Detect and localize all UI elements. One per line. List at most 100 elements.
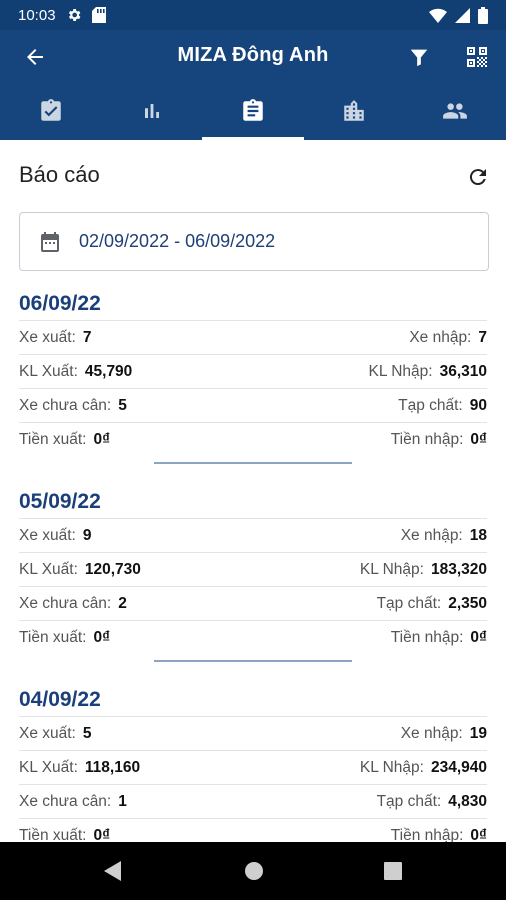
xe-xuat-label: Xe xuất:	[19, 724, 76, 742]
report-row: KL Xuất: 118,160 KL Nhập: 234,940	[19, 750, 487, 784]
nav-recents-button[interactable]	[381, 859, 405, 883]
xe-nhap-cell: Xe nhập: 19	[401, 725, 487, 743]
calendar-icon	[37, 229, 63, 255]
kl-nhap-value: 234,940	[430, 758, 487, 776]
tap-chat-label: Tạp chất:	[376, 594, 442, 612]
tab-company[interactable]	[304, 82, 405, 140]
xe-chua-can-value: 5	[118, 396, 127, 414]
tien-nhap-cell: Tiền nhập: 0₫	[391, 629, 487, 647]
tien-xuat-value: 0₫	[93, 628, 111, 646]
tien-xuat-label: Tiền xuất:	[19, 826, 87, 843]
tien-xuat-cell: Tiền xuất: 0₫	[19, 827, 110, 843]
day-report: 05/09/22 Xe xuất: 9 Xe nhập: 18 KL Xuất: 120,7…	[0, 486, 506, 662]
tab-statistics[interactable]	[101, 82, 202, 140]
assignment-check-icon	[40, 99, 61, 121]
nav-home-button[interactable]	[242, 859, 266, 883]
people-icon	[443, 103, 468, 119]
filter-button[interactable]	[404, 42, 434, 72]
report-row: Tiền xuất: 0₫ Tiền nhập: 0₫	[19, 422, 487, 456]
navigation-bar	[0, 842, 506, 900]
xe-chua-can-value: 1	[118, 792, 127, 810]
tap-chat-cell: Tạp chất: 90	[398, 397, 487, 415]
kl-xuat-value: 120,730	[84, 560, 141, 578]
report-content[interactable]: Báo cáo 02/09/2022 - 06/09/2022 06/09/22…	[0, 140, 506, 842]
xe-xuat-value: 7	[82, 328, 92, 346]
report-row: Tiền xuất: 0₫ Tiền nhập: 0₫	[19, 620, 487, 654]
battery-icon	[478, 6, 488, 24]
tab-checklist[interactable]	[0, 82, 101, 140]
day-report: 04/09/22 Xe xuất: 5 Xe nhập: 19 KL Xuất: 118,1…	[0, 684, 506, 842]
tien-nhap-label: Tiền nhập:	[390, 826, 464, 843]
xe-chua-can-cell: Xe chưa cân: 2	[19, 595, 127, 613]
report-row: Xe chưa cân: 1 Tạp chất: 4,830	[19, 784, 487, 818]
report-row: Tiền xuất: 0₫ Tiền nhập: 0₫	[19, 818, 487, 842]
xe-nhap-value: 18	[469, 526, 487, 544]
kl-nhap-value: 36,310	[439, 362, 487, 380]
page-title: Báo cáo	[19, 162, 100, 187]
tien-xuat-cell: Tiền xuất: 0₫	[19, 431, 110, 449]
signal-icon	[455, 7, 470, 23]
kl-nhap-label: KL Nhập:	[359, 560, 424, 578]
kl-xuat-label: KL Xuất:	[19, 560, 78, 578]
kl-nhap-cell: KL Nhập: 183,320	[360, 561, 487, 579]
tap-chat-value: 4,830	[448, 792, 487, 810]
kl-nhap-label: KL Nhập:	[368, 362, 433, 380]
xe-nhap-cell: Xe nhập: 7	[409, 329, 487, 347]
kl-nhap-label: KL Nhập:	[359, 758, 424, 776]
xe-xuat-cell: Xe xuất: 5	[19, 725, 92, 743]
nav-back-icon	[104, 861, 121, 881]
xe-nhap-label: Xe nhập:	[400, 526, 463, 544]
xe-nhap-label: Xe nhập:	[400, 724, 463, 742]
xe-nhap-label: Xe nhập:	[409, 328, 472, 346]
refresh-icon	[469, 169, 486, 186]
qr-code-button[interactable]	[462, 42, 492, 72]
day-date: 05/09/22	[19, 490, 101, 513]
date-range-picker[interactable]: 02/09/2022 - 06/09/2022	[19, 212, 489, 271]
day-report: 06/09/22 Xe xuất: 7 Xe nhập: 7 KL Xuất: 45,790…	[0, 288, 506, 464]
section-divider	[154, 660, 352, 662]
tab-people[interactable]	[405, 82, 506, 140]
report-row: Xe chưa cân: 2 Tạp chất: 2,350	[19, 586, 487, 620]
xe-chua-can-cell: Xe chưa cân: 1	[19, 793, 127, 811]
tab-report[interactable]	[202, 82, 304, 140]
tien-nhap-label: Tiền nhập:	[390, 628, 464, 646]
qr-code-icon	[467, 47, 487, 67]
tap-chat-value: 90	[469, 396, 487, 414]
kl-nhap-cell: KL Nhập: 36,310	[369, 363, 487, 381]
tien-nhap-value: 0₫	[470, 430, 487, 448]
clipboard-report-icon	[243, 99, 263, 121]
tien-xuat-label: Tiền xuất:	[19, 628, 87, 646]
kl-nhap-cell: KL Nhập: 234,940	[360, 759, 487, 777]
kl-xuat-cell: KL Xuất: 45,790	[19, 363, 132, 381]
settings-icon	[66, 7, 82, 23]
report-row: Xe xuất: 5 Xe nhập: 19	[19, 716, 487, 750]
tien-nhap-value: 0₫	[470, 826, 487, 843]
building-icon	[344, 100, 364, 121]
filter-icon	[410, 49, 428, 67]
xe-chua-can-label: Xe chưa cân:	[19, 792, 112, 810]
tien-nhap-cell: Tiền nhập: 0₫	[391, 431, 487, 449]
tab-bar	[0, 82, 506, 140]
kl-xuat-value: 45,790	[84, 362, 133, 380]
kl-xuat-value: 118,160	[84, 758, 141, 776]
status-time: 10:03	[18, 6, 56, 24]
kl-nhap-value: 183,320	[430, 560, 487, 578]
tien-nhap-label: Tiền nhập:	[390, 430, 464, 448]
day-date: 04/09/22	[19, 688, 101, 711]
app-bar: MIZA Đông Anh	[0, 30, 506, 82]
nav-back-button[interactable]	[100, 859, 124, 883]
day-report-list: 06/09/22 Xe xuất: 7 Xe nhập: 7 KL Xuất: 45,790…	[0, 288, 506, 842]
section-divider	[154, 462, 352, 464]
xe-xuat-value: 9	[82, 526, 92, 544]
day-date: 06/09/22	[19, 292, 101, 315]
xe-chua-can-label: Xe chưa cân:	[19, 396, 112, 414]
refresh-button[interactable]	[464, 163, 492, 191]
nav-home-icon	[245, 862, 263, 880]
xe-xuat-cell: Xe xuất: 9	[19, 527, 92, 545]
bar-chart-icon	[144, 104, 159, 118]
kl-xuat-cell: KL Xuất: 118,160	[19, 759, 140, 777]
tien-xuat-value: 0₫	[93, 826, 111, 843]
xe-chua-can-label: Xe chưa cân:	[19, 594, 112, 612]
report-row: Xe xuất: 9 Xe nhập: 18	[19, 518, 487, 552]
tien-nhap-cell: Tiền nhập: 0₫	[391, 827, 487, 843]
